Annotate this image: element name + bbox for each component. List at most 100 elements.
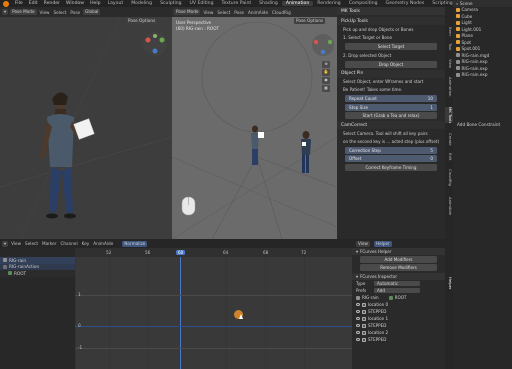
fcurve-row-location-2[interactable]: location 2 xyxy=(352,329,445,336)
fcurve-row-location-1[interactable]: location 1 xyxy=(352,315,445,322)
correction-step-field[interactable]: Correction Step 5 xyxy=(345,146,437,154)
eye-icon[interactable] xyxy=(356,338,360,342)
prefs-dropdown[interactable]: Add xyxy=(374,288,420,294)
eye-icon[interactable] xyxy=(356,310,360,314)
object-pin-header[interactable]: Object Pin xyxy=(337,69,445,78)
grid-icon[interactable]: ▦ xyxy=(322,85,330,92)
center-mode-dropdown[interactable]: Pose Mode xyxy=(174,9,201,15)
center-animaide-menu[interactable]: AnimAide xyxy=(247,10,269,15)
center-cloudrig-menu[interactable]: CloudRig xyxy=(271,10,292,15)
workspace-tab-compositing[interactable]: Compositing xyxy=(345,1,382,6)
eye-icon[interactable] xyxy=(356,324,360,328)
left-transform-orientation[interactable]: Global xyxy=(83,9,101,15)
tab-animaide[interactable]: AnimAide xyxy=(445,197,453,215)
center-3d-viewport[interactable]: Pose Mode View Select Pose AnimAide Clou… xyxy=(172,7,337,239)
camera-view-icon[interactable]: ◉ xyxy=(322,77,330,84)
type-dropdown[interactable]: Automatic xyxy=(374,281,420,287)
outliner-item-rig-4[interactable]: RIG-rain.exp xyxy=(453,72,512,79)
tab-mk-tools[interactable]: MK Tools xyxy=(445,107,453,124)
correct-keyframe-timing-button[interactable]: Correct Keyframe Timing xyxy=(345,163,437,171)
checkbox[interactable] xyxy=(362,309,366,314)
workspace-tab-rendering[interactable]: Rendering xyxy=(313,1,344,6)
blender-logo-icon[interactable] xyxy=(3,0,9,7)
tab-helper[interactable]: Helper xyxy=(445,277,453,290)
tab-edit[interactable]: Edit xyxy=(445,153,453,160)
fcurve-row-stepped-1[interactable]: STEPPED xyxy=(352,322,445,329)
workspace-tab-shading[interactable]: Shading xyxy=(255,1,282,6)
left-pose-menu[interactable]: Pose xyxy=(69,10,81,15)
pickup-tools-header[interactable]: PickUp Tools xyxy=(337,17,445,25)
fcurve-row-stepped-2[interactable]: STEPPED xyxy=(352,336,445,343)
outliner-search-icon[interactable]: ⌕ xyxy=(456,1,458,6)
center-navigation-gizmo[interactable] xyxy=(311,33,335,57)
normalize-toggle[interactable]: Normalize xyxy=(122,240,148,247)
fcurves-helper-header[interactable]: ▾ FCurves Helper xyxy=(352,248,445,255)
repeat-count-field[interactable]: Repeat Count 10 xyxy=(345,95,437,102)
frame-ruler[interactable]: 48 52 56 60 64 68 72 xyxy=(75,248,352,257)
checkbox[interactable] xyxy=(362,302,366,307)
character-figure[interactable] xyxy=(40,92,95,219)
fcurves-inspector-header[interactable]: ▾ FCurves Inspector xyxy=(352,273,445,281)
graph-select-menu[interactable]: Select xyxy=(24,241,39,246)
workspace-tab-modeling[interactable]: Modeling xyxy=(127,1,156,6)
menu-window[interactable]: Window xyxy=(63,1,87,6)
fcurve-row-location-0[interactable]: location 0 xyxy=(352,301,445,308)
fcurve-row-stepped-0[interactable]: STEPPED xyxy=(352,308,445,315)
playhead-line[interactable] xyxy=(180,257,181,369)
graph-key-menu[interactable]: Key xyxy=(81,241,91,246)
left-mode-dropdown[interactable]: Pose Mode xyxy=(10,9,37,15)
tab-tool[interactable]: Tool xyxy=(445,43,453,50)
tab-animation[interactable]: Animation xyxy=(445,77,453,96)
left-view-menu[interactable]: View xyxy=(39,10,51,15)
drop-object-button[interactable]: Drop Object xyxy=(345,60,437,68)
center-select-menu[interactable]: Select xyxy=(216,10,231,15)
center-view-menu[interactable]: View xyxy=(202,10,214,15)
checkbox[interactable] xyxy=(362,330,366,335)
zoom-icon[interactable]: ⊕ xyxy=(322,61,330,68)
offset-field[interactable]: Offset 0 xyxy=(345,155,437,162)
add-bone-constraint-button[interactable]: Add Bone Constraint xyxy=(457,122,512,129)
center-pose-options-button[interactable]: Pose Options xyxy=(294,18,326,24)
character-small-2[interactable] xyxy=(301,131,311,173)
step-size-field[interactable]: Step Size 1 xyxy=(345,103,437,111)
add-modifiers-button[interactable]: Add Modifiers xyxy=(360,256,437,264)
tab-view[interactable]: View xyxy=(445,59,453,68)
eye-icon[interactable] xyxy=(356,331,360,335)
current-frame-indicator[interactable]: 60 xyxy=(176,249,186,255)
channel-root[interactable]: ROOT xyxy=(0,270,75,277)
graph-channel-menu[interactable]: Channel xyxy=(59,241,78,246)
workspace-tab-animation[interactable]: Animation xyxy=(281,1,314,6)
workspace-tab-sculpting[interactable]: Sculpting xyxy=(156,1,185,6)
menu-render[interactable]: Render xyxy=(41,1,63,6)
workspace-tab-uv-editing[interactable]: UV Editing xyxy=(186,1,218,6)
graph-marker-menu[interactable]: Marker xyxy=(41,241,57,246)
menu-edit[interactable]: Edit xyxy=(26,1,41,6)
checkbox[interactable] xyxy=(362,337,366,342)
fcurves-tab-helper[interactable]: Helper xyxy=(373,240,392,247)
fcurve-graph-area[interactable]: 48 52 56 60 64 68 72 1 0 -1 xyxy=(75,248,352,369)
tab-create[interactable]: Create xyxy=(445,133,453,146)
eye-icon[interactable] xyxy=(356,303,360,307)
tab-cloudrig[interactable]: CloudRig xyxy=(445,169,453,186)
workspace-tab-layout[interactable]: Layout xyxy=(104,1,128,6)
graph-animaide-menu[interactable]: AnimAide xyxy=(92,241,114,246)
graph-view-menu[interactable]: View xyxy=(10,241,22,246)
camcorrect-header[interactable]: CamCorrect xyxy=(337,121,445,129)
center-pose-menu[interactable]: Pose xyxy=(233,10,245,15)
workspace-tab-geometry-nodes[interactable]: Geometry Nodes xyxy=(382,1,429,6)
left-3d-viewport[interactable]: ▾ Pose Mode View Select Pose Global Pose… xyxy=(0,7,172,239)
menu-file[interactable]: File xyxy=(12,1,26,6)
pan-hand-icon[interactable]: ✋ xyxy=(322,69,330,76)
eye-icon[interactable] xyxy=(356,317,360,321)
remove-modifiers-button[interactable]: Remove Modifiers xyxy=(360,264,437,272)
tab-item[interactable]: Item xyxy=(445,27,453,36)
checkbox[interactable] xyxy=(362,316,366,321)
left-select-menu[interactable]: Select xyxy=(52,10,67,15)
left-navigation-gizmo[interactable] xyxy=(142,31,168,57)
graph-editor-type-button[interactable]: ▾ xyxy=(2,240,9,247)
select-target-button[interactable]: Select Target xyxy=(345,42,437,50)
workspace-tab-texture-paint[interactable]: Texture Paint xyxy=(218,1,256,6)
checkbox[interactable] xyxy=(362,323,366,328)
start-object-pin-button[interactable]: Start (Grab a Tea and relax) xyxy=(345,112,437,119)
left-editor-type-button[interactable]: ▾ xyxy=(2,9,9,15)
